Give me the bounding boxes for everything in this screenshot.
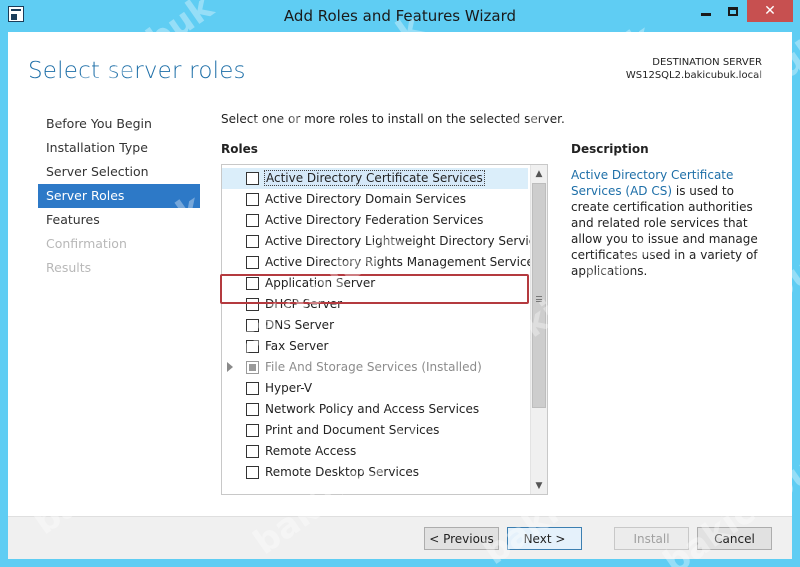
title-bar[interactable]: Add Roles and Features Wizard ✕ bbox=[0, 0, 800, 32]
role-checkbox[interactable] bbox=[246, 214, 259, 227]
expand-arrow-icon[interactable] bbox=[227, 362, 233, 372]
roles-scrollbar[interactable]: ▲ ▼ bbox=[530, 165, 547, 494]
next-button[interactable]: Next > bbox=[507, 527, 582, 550]
cancel-button[interactable]: Cancel bbox=[697, 527, 772, 550]
role-checkbox[interactable] bbox=[246, 235, 259, 248]
nav-item-results: Results bbox=[46, 260, 92, 275]
role-label: DNS Server bbox=[265, 318, 334, 332]
role-label: Network Policy and Access Services bbox=[265, 402, 480, 416]
description-text: is used to create certification authorit… bbox=[571, 184, 758, 278]
role-checkbox[interactable] bbox=[246, 193, 259, 206]
roles-heading: Roles bbox=[221, 142, 258, 156]
role-item-dns-server[interactable]: DNS Server bbox=[222, 315, 528, 336]
role-item-npas[interactable]: Network Policy and Access Services bbox=[222, 399, 528, 420]
scroll-down-icon[interactable]: ▼ bbox=[531, 477, 547, 494]
instruction-text: Select one or more roles to install on t… bbox=[221, 112, 565, 126]
role-checkbox[interactable] bbox=[246, 445, 259, 458]
wizard-window: Add Roles and Features Wizard ✕ Select s… bbox=[0, 0, 800, 567]
nav-item-installation-type[interactable]: Installation Type bbox=[38, 136, 200, 160]
close-button[interactable]: ✕ bbox=[747, 0, 793, 22]
role-item-fax-server[interactable]: Fax Server bbox=[222, 336, 528, 357]
wizard-footer: < Previous Next > Install Cancel bbox=[8, 516, 792, 559]
maximize-button[interactable] bbox=[720, 0, 746, 22]
role-label: Active Directory Lightweight Directory S… bbox=[265, 234, 548, 248]
role-label: Fax Server bbox=[265, 339, 329, 353]
role-label: Active Directory Rights Management Servi… bbox=[265, 255, 541, 269]
role-item-adds[interactable]: Active Directory Domain Services bbox=[222, 189, 528, 210]
wizard-body: Select server roles DESTINATION SERVER W… bbox=[8, 32, 792, 559]
page-title: Select server roles bbox=[28, 58, 246, 84]
role-checkbox[interactable] bbox=[246, 382, 259, 395]
grip-icon bbox=[536, 296, 542, 302]
install-button: Install bbox=[614, 527, 689, 550]
minimize-button[interactable] bbox=[693, 0, 719, 22]
role-label: Active Directory Certificate Services bbox=[264, 170, 485, 186]
destination-server-label: DESTINATION SERVER bbox=[652, 57, 762, 68]
role-label: Remote Access bbox=[265, 444, 357, 458]
close-icon: ✕ bbox=[764, 3, 776, 19]
role-checkbox[interactable] bbox=[246, 424, 259, 437]
description-body: Active Directory Certificate Services (A… bbox=[571, 167, 771, 279]
role-item-remote-access[interactable]: Remote Access bbox=[222, 441, 528, 462]
role-item-file-and-storage[interactable]: File And Storage Services (Installed) bbox=[222, 357, 528, 378]
role-label: File And Storage Services (Installed) bbox=[265, 360, 482, 374]
role-label: Hyper-V bbox=[265, 381, 313, 395]
role-checkbox[interactable] bbox=[246, 403, 259, 416]
role-label: Print and Document Services bbox=[265, 423, 440, 437]
description-heading: Description bbox=[571, 142, 649, 156]
role-item-adcs[interactable]: Active Directory Certificate Services bbox=[222, 168, 528, 189]
role-label: Active Directory Domain Services bbox=[265, 192, 467, 206]
nav-item-confirmation: Confirmation bbox=[46, 236, 127, 251]
application-server-highlight-box bbox=[220, 274, 529, 304]
role-item-adfs[interactable]: Active Directory Federation Services bbox=[222, 210, 528, 231]
wizard-navigation: Before You Begin Installation Type Serve… bbox=[38, 112, 200, 280]
window-title: Add Roles and Features Wizard bbox=[283, 7, 517, 25]
role-checkbox-installed bbox=[246, 361, 259, 374]
role-label: Remote Desktop Services bbox=[265, 465, 420, 479]
minimize-icon bbox=[701, 12, 711, 16]
role-label: Active Directory Federation Services bbox=[265, 213, 484, 227]
role-item-adrms[interactable]: Active Directory Rights Management Servi… bbox=[222, 252, 540, 273]
destination-server-name: WS12SQL2.bakicubuk.local bbox=[625, 70, 762, 81]
roles-list[interactable]: Active Directory Certificate Services Ac… bbox=[221, 164, 548, 495]
nav-item-before-you-begin[interactable]: Before You Begin bbox=[38, 112, 200, 136]
role-checkbox[interactable] bbox=[246, 256, 259, 269]
role-checkbox[interactable] bbox=[246, 319, 259, 332]
nav-item-features[interactable]: Features bbox=[38, 208, 200, 232]
nav-item-server-roles[interactable]: Server Roles bbox=[38, 184, 200, 208]
role-item-remote-desktop[interactable]: Remote Desktop Services bbox=[222, 462, 528, 483]
previous-button[interactable]: < Previous bbox=[424, 527, 499, 550]
role-item-adlds[interactable]: Active Directory Lightweight Directory S… bbox=[222, 231, 547, 252]
role-item-hyper-v[interactable]: Hyper-V bbox=[222, 378, 528, 399]
scroll-up-icon[interactable]: ▲ bbox=[531, 165, 547, 182]
role-checkbox[interactable] bbox=[246, 466, 259, 479]
nav-item-server-selection[interactable]: Server Selection bbox=[38, 160, 200, 184]
maximize-icon bbox=[728, 6, 738, 16]
role-item-print-document[interactable]: Print and Document Services bbox=[222, 420, 528, 441]
role-checkbox[interactable] bbox=[246, 172, 259, 185]
scrollbar-thumb[interactable] bbox=[532, 183, 546, 408]
role-checkbox[interactable] bbox=[246, 340, 259, 353]
